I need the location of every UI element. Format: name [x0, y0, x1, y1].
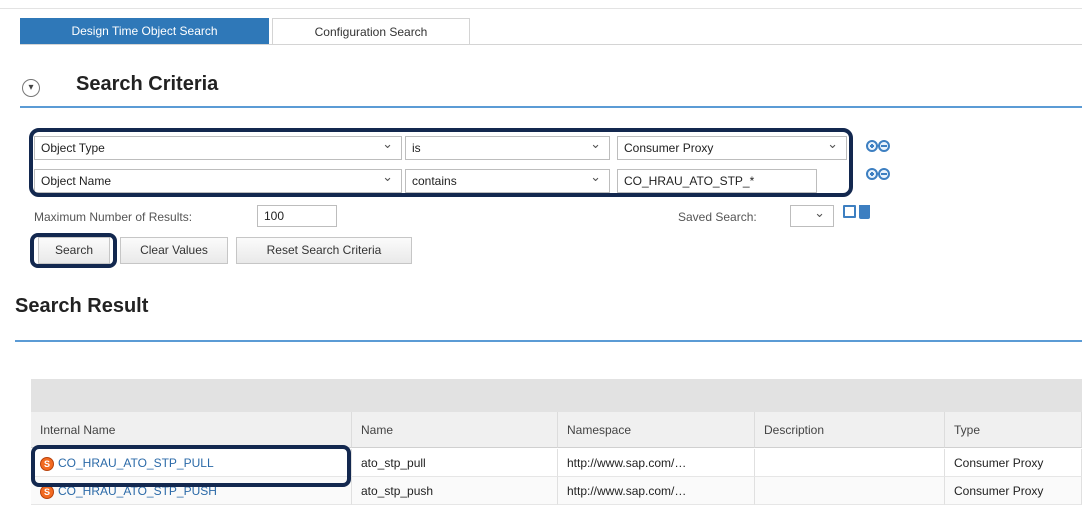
name-cell: ato_stp_pull [352, 449, 558, 477]
save-icon[interactable] [843, 205, 856, 218]
search-button-highlight [30, 233, 117, 268]
search-result-title: Search Result [15, 295, 149, 317]
column-header-internal-name[interactable]: Internal Name [31, 412, 352, 448]
namespace-cell: http://www.sap.com/… [558, 477, 755, 505]
reset-criteria-button[interactable]: Reset Search Criteria [236, 237, 412, 264]
type-cell: Consumer Proxy [945, 477, 1082, 505]
remove-circle-icon[interactable] [878, 168, 890, 180]
column-header-description[interactable]: Description [755, 412, 945, 448]
add-circle-icon[interactable] [866, 140, 878, 152]
saved-search-select[interactable] [790, 202, 834, 227]
criteria-highlight-box [29, 128, 853, 197]
saved-search-label: Saved Search: [678, 210, 757, 224]
description-cell [755, 477, 945, 505]
type-cell: Consumer Proxy [945, 449, 1082, 477]
clear-values-button[interactable]: Clear Values [120, 237, 228, 264]
column-header-namespace[interactable]: Namespace [558, 412, 755, 448]
max-results-label: Maximum Number of Results: [34, 210, 193, 224]
max-results-value: 100 [264, 209, 285, 223]
column-header-type[interactable]: Type [945, 412, 1082, 448]
tab-divider [20, 44, 1082, 45]
top-divider [0, 8, 1082, 9]
criteria-row-2-actions [866, 168, 890, 182]
search-criteria-divider [20, 106, 1082, 108]
description-cell [755, 449, 945, 477]
namespace-cell: http://www.sap.com/… [558, 449, 755, 477]
max-results-input[interactable]: 100 [257, 205, 337, 227]
result-highlight-box [31, 445, 351, 487]
criteria-row-1-actions [866, 140, 890, 154]
remove-circle-icon[interactable] [878, 140, 890, 152]
trash-icon[interactable] [859, 205, 870, 219]
result-toolbar [31, 379, 1082, 412]
name-cell: ato_stp_push [352, 477, 558, 505]
tab-design-time-object-search[interactable]: Design Time Object Search [20, 18, 269, 44]
collapse-icon[interactable]: ▾ [22, 79, 40, 97]
search-criteria-title: Search Criteria [76, 73, 219, 95]
search-result-divider [15, 340, 1082, 342]
add-circle-icon[interactable] [866, 168, 878, 180]
column-header-name[interactable]: Name [352, 412, 558, 448]
tab-configuration-search[interactable]: Configuration Search [272, 18, 470, 44]
